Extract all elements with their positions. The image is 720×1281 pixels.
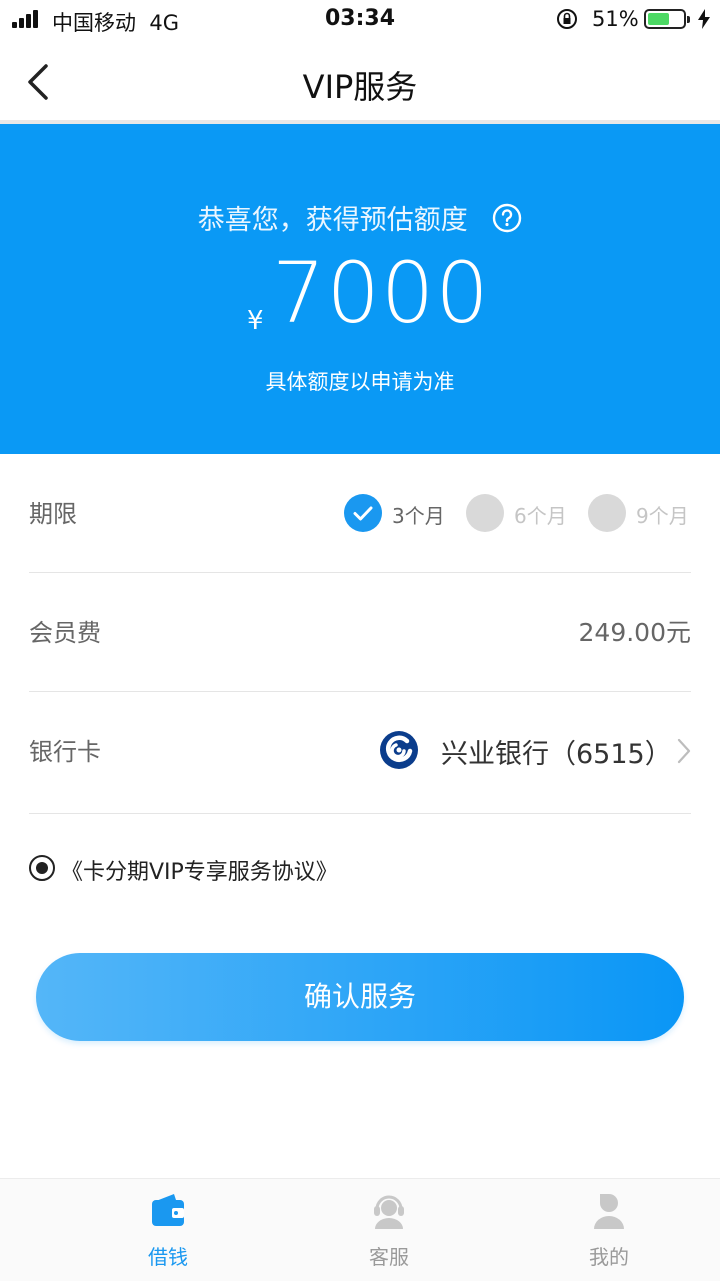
status-bar: 中国移动 4G 03:34 51% [0,0,720,40]
tab-label: 客服 [369,1245,409,1269]
radio-checked-icon [29,855,55,881]
currency-symbol: ¥ [247,306,264,336]
bank-logo-icon [380,731,418,769]
confirm-service-button[interactable]: 确认服务 [36,953,684,1041]
banner-title: 恭喜您，获得预估额度 [0,198,720,237]
unchecked-icon [466,494,504,532]
page-title: VIP服务 [302,68,418,106]
tab-label: 我的 [589,1245,629,1269]
agreement-link[interactable]: 《卡分期VIP专享服务协议》 [61,854,338,886]
tab-customer-service[interactable]: 客服 [269,1179,509,1281]
period-option-label: 3个月 [392,504,445,528]
check-icon [344,494,382,532]
tab-borrow[interactable]: 借钱 [48,1179,288,1281]
battery-percent: 51% [592,7,639,31]
tab-label: 借钱 [148,1245,188,1269]
chevron-right-icon [677,738,691,764]
rotation-lock-icon [557,9,577,29]
help-icon[interactable] [492,203,522,233]
banner-note: 具体额度以申请为准 [265,370,455,394]
fee-value: 249.00元 [578,618,691,647]
credit-banner: 恭喜您，获得预估额度 ¥ 7000 具体额度以申请为准 [0,124,720,454]
battery-icon [644,9,690,29]
navigation-bar: VIP服务 [0,40,720,124]
wallet-icon [152,1194,184,1226]
period-option-label: 6个月 [514,504,567,528]
period-label: 期限 [29,500,77,528]
bank-card-name: 兴业银行（6515） [441,739,672,770]
headset-icon [374,1195,404,1229]
period-options: 3个月 6个月 9个月 [344,494,691,532]
period-row: 期限 3个月 6个月 9个月 [29,454,691,573]
tab-bar: 借钱 客服 我的 [0,1178,720,1281]
unchecked-icon [588,494,626,532]
membership-fee-row: 会员费 249.00元 [29,573,691,692]
period-option-label: 9个月 [636,504,689,528]
amount-value: 7000 [272,244,490,342]
bank-card-label: 银行卡 [29,738,101,766]
charging-icon [698,9,710,29]
bank-card-row[interactable]: 银行卡 兴业银行（6515） [29,692,691,814]
person-icon [594,1194,624,1229]
banner-title-text: 恭喜您，获得预估额度 [197,205,468,236]
fee-label: 会员费 [29,619,101,647]
tab-mine[interactable]: 我的 [489,1179,720,1281]
